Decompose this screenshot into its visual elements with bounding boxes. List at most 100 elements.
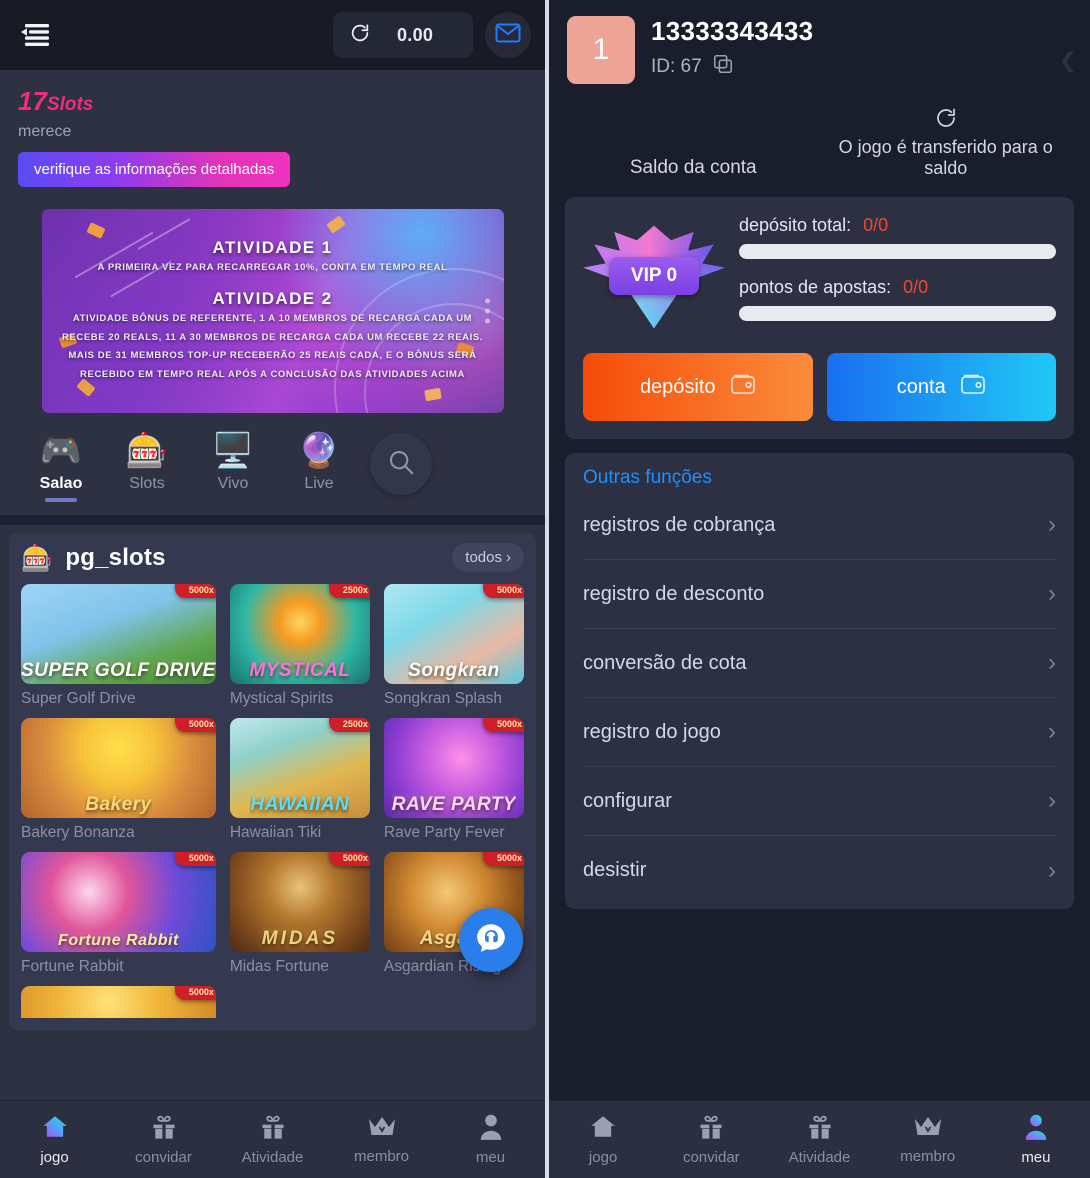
mail-button[interactable] — [485, 12, 531, 58]
user-id: ID: 67 — [651, 55, 702, 77]
nav-item-atividade[interactable]: Atividade — [218, 1113, 327, 1166]
refresh-icon[interactable] — [934, 108, 958, 134]
topbar-right-group: 0.00 — [333, 12, 531, 58]
account-balance-label: Saldo da conta — [629, 157, 757, 178]
game-thumbnail: 5000x Songkran — [383, 584, 524, 684]
function-row-quota-conversion[interactable]: conversão de cota › — [583, 629, 1056, 698]
category-tab-salao[interactable]: 🎮 Salao — [18, 431, 104, 493]
refresh-icon[interactable] — [349, 22, 371, 49]
balance-pill[interactable]: 0.00 — [333, 12, 473, 58]
game-tile[interactable]: 5000x Songkran Songkran Splash — [383, 584, 524, 708]
game-logo-text: Songkran — [408, 660, 500, 681]
transfer-to-balance[interactable]: O jogo é transferido para o saldo — [820, 106, 1073, 179]
right-panel-profile: 1 13333343433 ID: 67 ❮ Saldo da conta O … — [549, 0, 1090, 1178]
game-thumbnail: 5000x — [21, 986, 216, 1018]
nav-label-membro: membro — [900, 1148, 956, 1165]
chevron-right-icon: › — [1048, 787, 1056, 814]
game-tile[interactable]: 5000x Fortune Rabbit Fortune Rabbit — [21, 852, 216, 976]
function-label: desistir — [583, 859, 647, 881]
multiplier-badge: 2500x — [328, 718, 370, 732]
chevron-right-icon: › — [1048, 649, 1056, 676]
pg-slots-section: 🎰 pg_slots todos › 5000x SUPER GOLF DRIV… — [9, 533, 536, 1030]
game-thumbnail: 5000x Bakery — [21, 718, 216, 818]
search-button[interactable] — [370, 433, 432, 495]
transfer-label: O jogo é transferido para o saldo — [838, 137, 1053, 178]
function-row-logout[interactable]: desistir › — [583, 836, 1056, 905]
banner-line-4: MAIS DE 31 MEMBROS TOP-UP RECEBERÃO 25 R… — [68, 350, 477, 362]
category-tabs: 🎮 Salao 🎰 Slots 🖥️ Vivo 🔮 Live — [0, 423, 545, 515]
nav-item-jogo[interactable]: jogo — [549, 1113, 657, 1166]
function-row-billing-records[interactable]: registros de cobrança › — [583, 491, 1056, 560]
game-name: Rave Party Fever — [383, 824, 505, 841]
chevron-left-icon[interactable]: ❮ — [1059, 48, 1076, 73]
nav-item-convidar[interactable]: convidar — [109, 1113, 218, 1166]
bet-points-value: 0/0 — [903, 277, 929, 297]
globe-icon: 🔮 — [297, 432, 341, 470]
multiplier-badge: 5000x — [174, 718, 216, 732]
category-tab-slots[interactable]: 🎰 Slots — [104, 431, 190, 493]
game-tile[interactable]: 5000x RAVE PARTY Rave Party Fever — [383, 718, 524, 842]
view-all-label: todos — [465, 549, 502, 566]
game-tile-partial[interactable]: 5000x — [21, 986, 216, 1018]
avatar[interactable]: 1 — [567, 16, 635, 84]
nav-item-meu[interactable]: meu — [436, 1113, 545, 1166]
game-name: Midas Fortune — [229, 958, 329, 975]
nav-item-jogo[interactable]: jogo — [0, 1113, 109, 1166]
deposit-progress-bar — [739, 244, 1056, 259]
games-scroll-area[interactable]: 🎰 pg_slots todos › 5000x SUPER GOLF DRIV… — [0, 525, 545, 1100]
pg-slots-header: 🎰 pg_slots todos › — [21, 543, 524, 572]
nav-item-meu[interactable]: meu — [982, 1113, 1090, 1166]
function-row-game-records[interactable]: registro do jogo › — [583, 698, 1056, 767]
function-row-discount-records[interactable]: registro de desconto › — [583, 560, 1056, 629]
username: 13333343433 — [651, 16, 814, 46]
copy-icon[interactable] — [712, 53, 734, 80]
nav-label-jogo: jogo — [588, 1149, 618, 1166]
promo-banner-text: ATIVIDADE 1 A PRIMEIRA VEZ PARA RECARREG… — [42, 209, 504, 413]
gift-icon — [218, 1113, 327, 1147]
view-all-button[interactable]: todos › — [452, 543, 524, 572]
game-logo-text: SUPER GOLF DRIVE — [21, 660, 216, 681]
function-label: registro do jogo — [583, 720, 721, 743]
game-tile[interactable]: 5000x Bakery Bakery Bonanza — [21, 718, 216, 842]
category-label-live: Live — [304, 475, 334, 492]
promo-banner-carousel[interactable]: ATIVIDADE 1 A PRIMEIRA VEZ PARA RECARREG… — [0, 201, 545, 423]
banner-line-3: RECEBE 20 REALS, 11 A 30 MEMBROS DE RECA… — [61, 331, 484, 343]
game-logo-text: MIDAS — [261, 928, 338, 949]
nav-item-atividade[interactable]: Atividade — [765, 1113, 873, 1166]
function-label: registros de cobrança — [583, 513, 776, 536]
nav-item-membro[interactable]: membro — [327, 1114, 436, 1165]
game-name: Hawaiian Tiki — [229, 824, 322, 841]
other-functions-card: Outras funções registros de cobrança › r… — [565, 453, 1074, 909]
hamburger-menu-icon[interactable] — [14, 14, 56, 56]
nav-item-membro[interactable]: membro — [874, 1114, 982, 1165]
game-name: Super Golf Drive — [21, 690, 136, 707]
game-tile[interactable]: 2500x HAWAIIAN Hawaiian Tiki — [229, 718, 370, 842]
promo-brand-number: 17 — [18, 86, 47, 116]
game-thumbnail: 5000x RAVE PARTY — [383, 718, 524, 818]
function-row-settings[interactable]: configurar › — [583, 767, 1056, 836]
game-tile[interactable]: 5000x SUPER GOLF DRIVE Super Golf Drive — [21, 584, 216, 708]
category-tab-live[interactable]: 🔮 Live — [276, 431, 362, 493]
deposit-total-row: depósito total: 0/0 — [739, 215, 1056, 236]
nav-label-atividade: Atividade — [788, 1149, 851, 1166]
account-button[interactable]: conta — [826, 353, 1056, 421]
person-icon — [982, 1113, 1090, 1147]
nav-item-convidar[interactable]: convidar — [657, 1113, 765, 1166]
game-thumbnail: 2500x HAWAIIAN — [229, 718, 370, 818]
game-name: Fortune Rabbit — [21, 958, 124, 975]
game-name: Songkran Splash — [383, 690, 502, 707]
nav-label-convidar: convidar — [135, 1149, 192, 1166]
promo-banner[interactable]: ATIVIDADE 1 A PRIMEIRA VEZ PARA RECARREG… — [41, 209, 504, 413]
function-label: registro de desconto — [583, 582, 765, 605]
category-tab-vivo[interactable]: 🖥️ Vivo — [190, 431, 276, 493]
promo-details-button[interactable]: verifique as informações detalhadas — [18, 152, 291, 187]
deposit-button[interactable]: depósito — [583, 353, 813, 421]
section-divider — [0, 515, 545, 525]
banner-pagination-dots[interactable] — [484, 294, 490, 329]
game-tile[interactable]: 2500x MYSTICAL Mystical Spirits — [229, 584, 370, 708]
vip-stats: depósito total: 0/0 pontos de apostas: 0/0 — [739, 213, 1056, 339]
left-panel-lobby: 0.00 17Slots merece verifique as informa… — [0, 0, 545, 1178]
support-chat-button[interactable] — [459, 908, 523, 972]
game-tile[interactable]: 5000x MIDAS Midas Fortune — [229, 852, 370, 976]
vip-level-label: VIP 0 — [608, 257, 700, 295]
